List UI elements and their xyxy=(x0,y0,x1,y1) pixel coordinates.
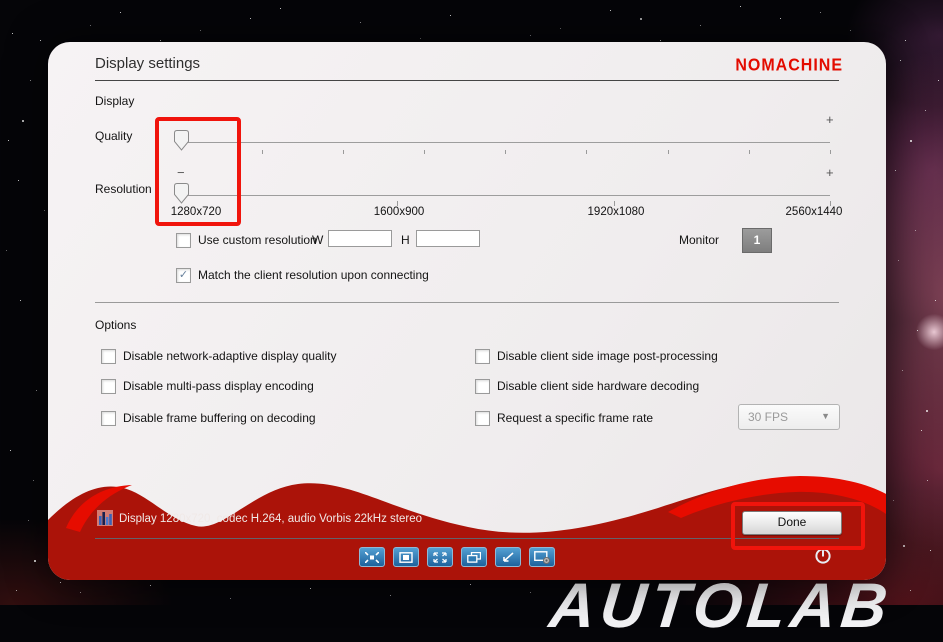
annotation-box-slider-handles xyxy=(155,117,241,226)
disable-network-adaptive-label: Disable network-adaptive display quality xyxy=(123,349,336,363)
nomachine-logo: NOMACHINE xyxy=(735,56,843,75)
request-frame-rate-label: Request a specific frame rate xyxy=(497,411,653,425)
header-divider xyxy=(95,80,839,81)
autolab-watermark: AUTOLAB xyxy=(546,570,895,642)
disable-multipass-label: Disable multi-pass display encoding xyxy=(123,379,314,393)
use-custom-resolution-checkbox[interactable] xyxy=(176,233,191,248)
display-settings-icon[interactable] xyxy=(529,547,555,567)
multi-monitor-icon[interactable] xyxy=(461,547,487,567)
checkbox-checked-icon: ✓ xyxy=(179,269,188,281)
use-custom-resolution-label: Use custom resolution xyxy=(198,233,317,247)
frame-rate-value: 30 FPS xyxy=(748,410,788,424)
disable-hw-decoding-checkbox[interactable] xyxy=(475,379,490,394)
disable-hw-decoding-label: Disable client side hardware decoding xyxy=(497,379,699,393)
quality-tick xyxy=(505,150,506,154)
disable-network-adaptive-checkbox[interactable] xyxy=(101,349,116,364)
monitor-label: Monitor xyxy=(679,233,719,247)
fit-to-window-icon[interactable] xyxy=(359,547,385,567)
resolution-plus: + xyxy=(826,165,834,180)
height-input[interactable] xyxy=(416,230,480,247)
quality-tick xyxy=(586,150,587,154)
display-section-label: Display xyxy=(95,94,134,108)
disable-frame-buffering-label: Disable frame buffering on decoding xyxy=(123,411,316,425)
width-input[interactable] xyxy=(328,230,392,247)
disable-multipass-checkbox[interactable] xyxy=(101,379,116,394)
width-label: W xyxy=(312,233,323,247)
quality-tick xyxy=(749,150,750,154)
display-stats-icon xyxy=(97,510,113,526)
fullscreen-icon[interactable] xyxy=(427,547,453,567)
chevron-down-icon: ▼ xyxy=(821,411,830,421)
frame-rate-dropdown[interactable]: 30 FPS ▼ xyxy=(738,404,840,430)
quality-tick xyxy=(424,150,425,154)
footer-divider xyxy=(95,538,839,539)
shrink-window-icon[interactable] xyxy=(495,547,521,567)
quality-tick xyxy=(830,150,831,154)
page-title: Display settings xyxy=(95,55,200,72)
disable-postprocessing-label: Disable client side image post-processin… xyxy=(497,349,718,363)
resolution-tick-label-2560x1440: 2560x1440 xyxy=(786,206,843,218)
resolution-tick-label-1600x900: 1600x900 xyxy=(374,206,425,218)
display-settings-dialog: Display settings NOMACHINE Display Quali… xyxy=(48,42,886,580)
quality-tick xyxy=(668,150,669,154)
resolution-tick-label-1920x1080: 1920x1080 xyxy=(588,206,645,218)
quality-tick xyxy=(343,150,344,154)
disable-postprocessing-checkbox[interactable] xyxy=(475,349,490,364)
quality-tick xyxy=(262,150,263,154)
quality-slider-track[interactable] xyxy=(181,142,830,143)
disable-frame-buffering-checkbox[interactable] xyxy=(101,411,116,426)
height-label: H xyxy=(401,233,410,247)
options-section-label: Options xyxy=(95,318,136,332)
section-divider xyxy=(95,302,839,303)
annotation-box-done-button xyxy=(731,502,865,550)
request-frame-rate-checkbox[interactable] xyxy=(475,411,490,426)
quality-label: Quality xyxy=(95,129,132,143)
show-menu-panel-icon[interactable] xyxy=(393,547,419,567)
status-text: Display 1280x720, codec H.264, audio Vor… xyxy=(119,513,422,525)
monitor-1-button[interactable]: 1 xyxy=(742,228,772,253)
star-field-bright xyxy=(0,0,2,2)
resolution-slider-track[interactable] xyxy=(181,195,830,196)
match-client-resolution-checkbox[interactable]: ✓ xyxy=(176,268,191,283)
resolution-label: Resolution xyxy=(95,182,152,196)
match-client-resolution-label: Match the client resolution upon connect… xyxy=(198,268,429,282)
quality-plus: + xyxy=(826,112,834,127)
